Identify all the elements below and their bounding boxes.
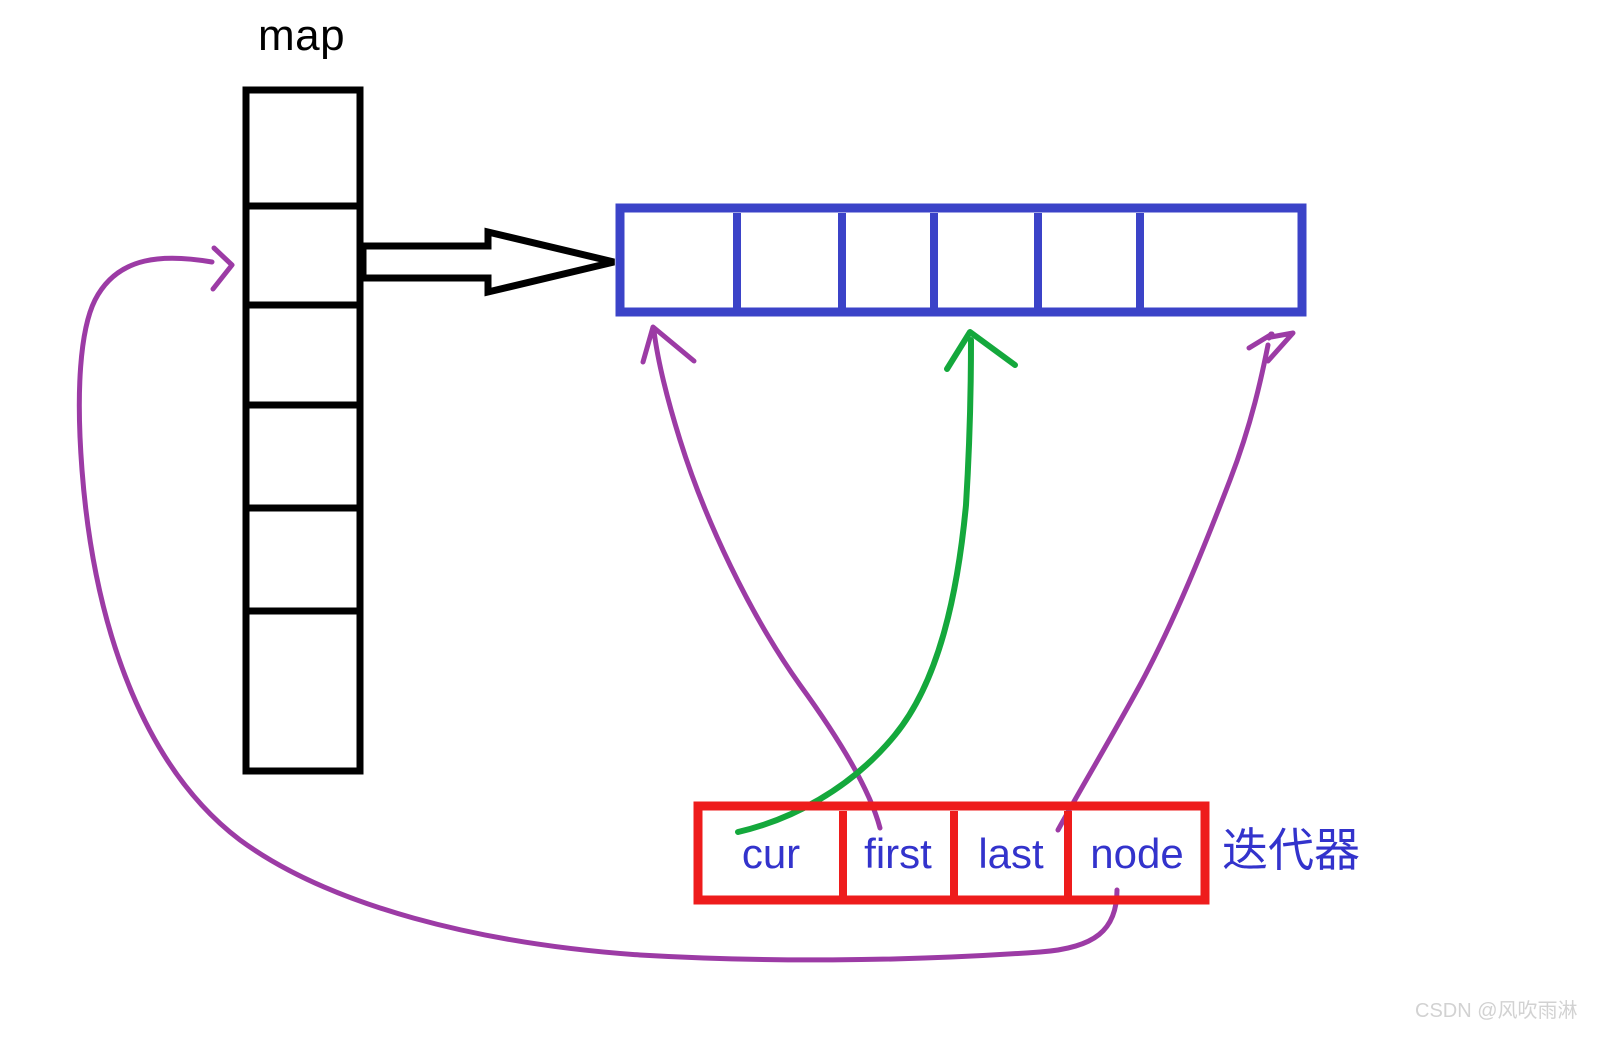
iterator-field-first: first xyxy=(864,830,932,877)
iterator-field-last: last xyxy=(978,830,1044,877)
csdn-watermark: CSDN @风吹雨淋 xyxy=(1415,1000,1578,1022)
first-to-buffer-arrow xyxy=(640,324,883,831)
map-column xyxy=(242,86,364,775)
buffer-array xyxy=(615,203,1307,317)
first-to-buffer-arrowhead xyxy=(640,324,697,365)
map-cell-3 xyxy=(242,401,364,512)
diagram-canvas: map cur first last node 迭代器 CSDN @风吹雨淋 xyxy=(0,0,1598,1042)
buffer-outer-frame xyxy=(615,203,1307,317)
last-to-buffer-path xyxy=(1055,342,1271,833)
node-to-map-arrow xyxy=(76,245,1120,963)
map-cell-5 xyxy=(242,607,364,775)
map-to-buffer-block-arrow xyxy=(359,227,615,297)
iterator-annotation-label: 迭代器 xyxy=(1222,824,1360,876)
iterator-field-node: node xyxy=(1090,830,1183,877)
diagram-vector-layer: cur first last node xyxy=(76,86,1307,963)
first-to-buffer-path xyxy=(651,328,883,831)
map-cell-1 xyxy=(242,202,364,309)
iterator-field-cur: cur xyxy=(742,830,800,877)
last-to-buffer-arrow xyxy=(1055,330,1296,833)
map-cell-2 xyxy=(242,301,364,409)
map-cell-0 xyxy=(242,86,364,210)
map-cell-4 xyxy=(242,504,364,615)
node-to-map-path xyxy=(76,255,1120,963)
cur-to-buffer-path xyxy=(735,337,974,835)
block-arrow-shape xyxy=(359,227,615,297)
cur-to-buffer-arrow xyxy=(735,329,1018,835)
node-to-map-arrowhead xyxy=(210,245,235,292)
last-to-buffer-arrowhead-a xyxy=(1265,330,1296,364)
cur-to-buffer-arrowhead xyxy=(944,329,1018,372)
